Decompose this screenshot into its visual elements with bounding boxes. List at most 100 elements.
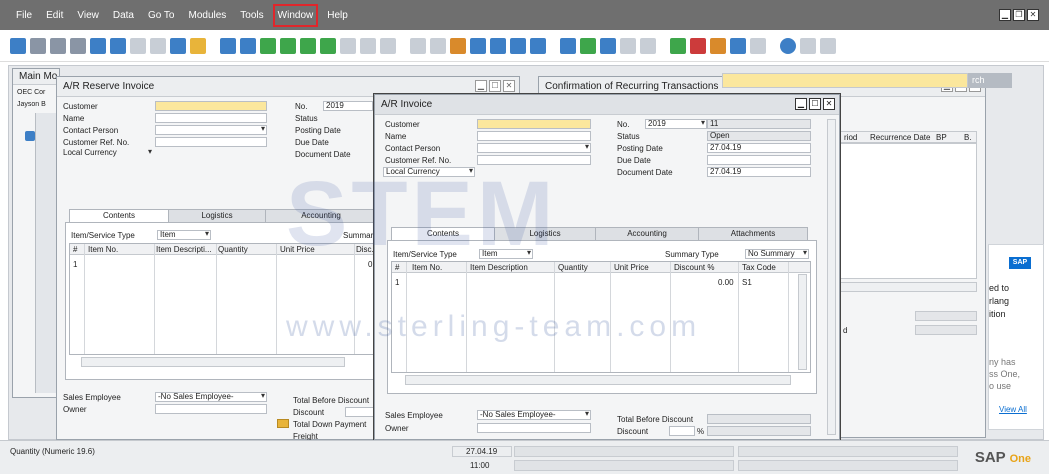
recurring-field-1[interactable] [915,311,977,321]
filter-icon[interactable] [360,37,376,54]
base-document-icon[interactable] [410,37,426,54]
customer-ref-field[interactable] [477,155,591,165]
reserve-contact-field[interactable] [155,125,267,135]
reserve-name-field[interactable] [155,113,267,123]
tab-contents[interactable]: Contents [391,227,495,240]
due-date-field[interactable] [707,155,811,165]
first-record-icon[interactable] [260,37,276,54]
close-icon[interactable]: ✕ [503,80,515,92]
message-icon[interactable] [600,37,616,54]
grid-vscroll[interactable] [798,274,807,370]
help-icon[interactable] [780,37,796,54]
volume-weight-icon[interactable] [530,37,546,54]
doc-series-select[interactable]: 2019 [645,119,707,129]
reserve-grid-hscroll[interactable] [81,357,345,367]
reserve-items-grid[interactable]: # Item No. Item Descripti... Quantity Un… [69,243,379,355]
find-icon[interactable] [220,37,236,54]
tab-accounting[interactable]: Accounting [595,227,699,240]
summary-type-select[interactable]: No Summary [745,249,809,259]
tab-attachments[interactable]: Attachments [698,227,808,240]
menu-edit[interactable]: Edit [44,7,65,24]
reserve-customer-ref-field[interactable] [155,137,267,147]
print-icon[interactable] [30,37,46,54]
restore-icon[interactable]: ❐ [1013,9,1025,21]
next-record-icon[interactable] [300,37,316,54]
refresh-icon[interactable] [340,37,356,54]
invoice-items-grid[interactable]: # Item No. Item Description Quantity Uni… [391,261,811,373]
currency-select[interactable]: Local Currency [383,167,475,177]
posting-date-field[interactable]: 27.04.19 [707,143,811,153]
sms-icon[interactable] [70,37,86,54]
relationship-map-icon[interactable] [490,37,506,54]
add-icon[interactable] [240,37,256,54]
edit-icon[interactable] [560,37,576,54]
tab-logistics[interactable]: Logistics [494,227,596,240]
settings-icon[interactable] [800,37,816,54]
recurring-hscroll[interactable] [839,282,977,292]
last-record-icon[interactable] [320,37,336,54]
copy-icon[interactable] [150,37,166,54]
minimize-icon[interactable]: ▁ [999,9,1011,21]
gross-profit-icon[interactable] [450,37,466,54]
export-pdf-icon[interactable] [130,37,146,54]
recurring-grid[interactable] [839,143,977,279]
down-payment-icon[interactable] [277,419,289,428]
contact-person-select[interactable] [477,143,591,153]
org-chart-icon[interactable] [730,37,746,54]
previous-record-icon[interactable] [280,37,296,54]
discount-pct-field[interactable] [669,426,695,436]
close-icon[interactable]: ✕ [823,98,835,110]
reserve-item-type-select[interactable]: Item [157,230,211,240]
recurring-field-2[interactable] [915,325,977,335]
reserve-discount-field[interactable] [345,407,375,417]
calendar-icon[interactable] [670,37,686,54]
maximize-icon[interactable]: ☐ [489,80,501,92]
menu-modules[interactable]: Modules [186,7,228,24]
menu-view[interactable]: View [75,7,101,24]
layout-icon[interactable] [820,37,836,54]
alert-icon[interactable] [690,37,706,54]
tab-accounting[interactable]: Accounting [265,209,377,222]
reserve-customer-field[interactable] [155,101,267,111]
target-document-icon[interactable] [430,37,446,54]
export-word-icon[interactable] [110,37,126,54]
customer-field[interactable] [477,119,591,129]
user-icon[interactable] [750,37,766,54]
sales-employee-select[interactable]: -No Sales Employee- [477,410,591,420]
journal-voucher-icon[interactable] [510,37,526,54]
owner-field[interactable] [477,423,591,433]
reserve-owner-field[interactable] [155,404,267,414]
menu-window[interactable]: Window [272,3,319,27]
minimize-icon[interactable]: ▁ [475,80,487,92]
reserve-currency-select[interactable]: Local Currency [61,149,153,159]
sort-icon[interactable] [380,37,396,54]
module-icon[interactable] [25,131,35,141]
report-icon[interactable] [710,37,726,54]
export-excel-icon[interactable] [90,37,106,54]
menu-tools[interactable]: Tools [238,7,265,24]
search-field[interactable] [722,73,968,88]
maximize-icon[interactable]: ☐ [809,98,821,110]
minimize-icon[interactable]: ▁ [795,98,807,110]
search-button[interactable]: rch [968,73,1012,88]
lock-icon[interactable] [190,37,206,54]
chat-icon[interactable] [620,37,636,54]
view-all-link[interactable]: View All [999,405,1027,414]
reserve-no-field[interactable]: 2019 [323,101,373,111]
email-icon[interactable] [50,37,66,54]
menu-file[interactable]: File [14,7,34,24]
ar-invoice-vscroll[interactable] [827,119,836,435]
menu-data[interactable]: Data [111,7,136,24]
payment-means-icon[interactable] [470,37,486,54]
document-add-icon[interactable] [580,37,596,54]
launch-icon[interactable] [170,37,186,54]
close-icon[interactable]: ✕ [1027,9,1039,21]
comment-icon[interactable] [640,37,656,54]
name-field[interactable] [477,131,591,141]
grid-hscroll[interactable] [405,375,791,385]
menu-help[interactable]: Help [325,7,350,24]
preview-icon[interactable] [10,37,26,54]
tab-contents[interactable]: Contents [69,209,169,222]
item-type-select[interactable]: Item [479,249,533,259]
document-date-field[interactable]: 27.04.19 [707,167,811,177]
